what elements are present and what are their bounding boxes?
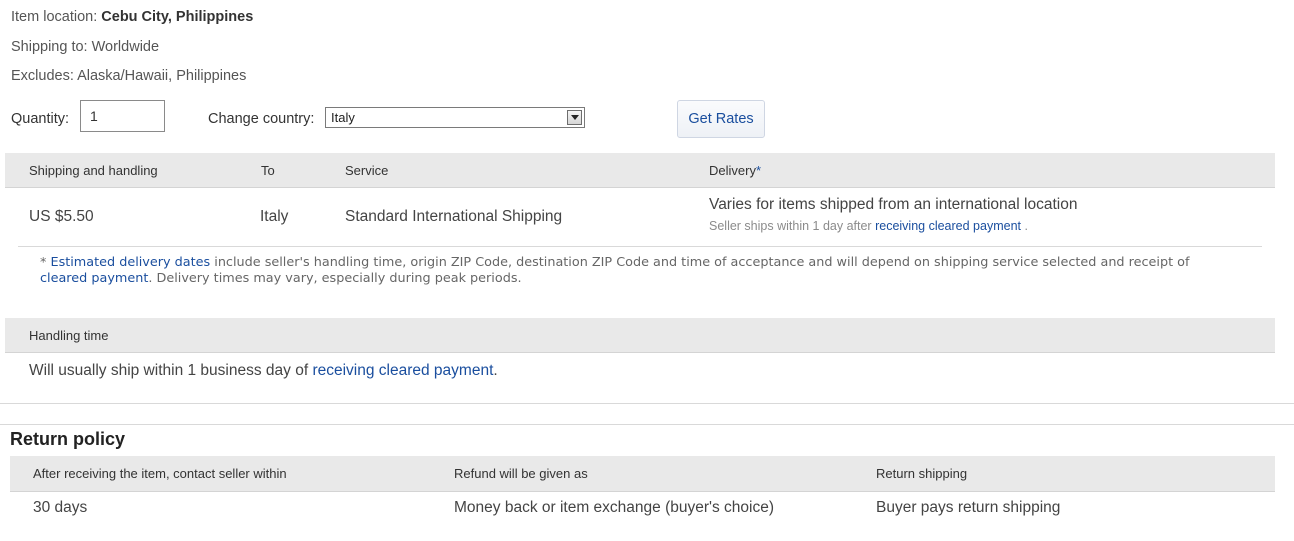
return-policy-title: Return policy	[10, 429, 126, 449]
delivery-note-text: Seller ships within 1 day after	[709, 219, 872, 233]
delivery-footnote-link[interactable]: *	[756, 163, 761, 178]
return-refund-type: Money back or item exchange (buyer's cho…	[454, 499, 774, 516]
handling-time-header: Handling time	[5, 318, 1275, 353]
footnote-text-2: . Delivery times may vary, especially du…	[148, 271, 522, 286]
handling-cleared-payment-link[interactable]: receiving cleared payment	[312, 362, 493, 379]
footnote-text: include seller's handling time, origin Z…	[214, 255, 1190, 270]
cleared-payment-link[interactable]: cleared payment	[40, 271, 148, 286]
delivery-note-suffix: .	[1024, 219, 1028, 233]
header-delivery-label: Delivery	[709, 163, 756, 178]
shipping-service: Standard International Shipping	[345, 208, 563, 225]
dropdown-arrow-icon[interactable]	[567, 110, 582, 125]
handling-time-text: Will usually ship within 1 business day …	[29, 362, 498, 380]
delivery-note: Seller ships within 1 day after receivin…	[709, 219, 1028, 233]
handling-time-title: Handling time	[29, 328, 109, 343]
change-country-label: Change country:	[208, 111, 315, 127]
shipping-table-header: Shipping and handling To Service Deliver…	[5, 153, 1275, 188]
get-rates-button[interactable]: Get Rates	[677, 100, 765, 138]
item-location-value: Cebu City, Philippines	[101, 9, 254, 25]
footnote-star: *	[40, 255, 47, 270]
header-contact-seller: After receiving the item, contact seller…	[33, 466, 287, 481]
country-select-value: Italy	[331, 110, 355, 125]
return-shipping-payer: Buyer pays return shipping	[876, 499, 1061, 516]
header-to: To	[261, 163, 275, 178]
estimated-delivery-dates-link[interactable]: Estimated delivery dates	[50, 255, 210, 270]
header-return-shipping: Return shipping	[876, 466, 968, 481]
delivery-estimate: Varies for items shipped from an interna…	[709, 196, 1078, 213]
excludes-text: Excludes: Alaska/Hawaii, Philippines	[11, 68, 247, 84]
section-divider	[0, 403, 1294, 404]
section-divider-2	[0, 424, 1294, 425]
item-location-label: Item location:	[11, 9, 98, 25]
quantity-label: Quantity:	[11, 111, 70, 127]
shipping-to-text: Shipping to: Worldwide	[11, 39, 160, 55]
handling-suffix: .	[493, 362, 498, 379]
shipping-cost: US $5.50	[29, 208, 94, 225]
item-location: Item location: Cebu City, Philippines	[11, 9, 253, 25]
header-delivery: Delivery*	[709, 163, 761, 178]
delivery-footnote: * Estimated delivery dates include selle…	[40, 255, 1230, 287]
return-contact-days: 30 days	[33, 499, 88, 516]
header-shipping-handling: Shipping and handling	[29, 163, 158, 178]
country-select[interactable]: Italy	[325, 107, 585, 128]
header-refund: Refund will be given as	[454, 466, 588, 481]
row-divider	[18, 246, 1262, 247]
delivery-cleared-payment-link[interactable]: receiving cleared payment	[875, 219, 1021, 233]
quantity-input[interactable]	[80, 100, 165, 132]
header-service: Service	[345, 163, 389, 178]
ship-to-country: Italy	[260, 208, 289, 225]
return-policy-header: After receiving the item, contact seller…	[10, 456, 1275, 492]
handling-text: Will usually ship within 1 business day …	[29, 362, 309, 379]
